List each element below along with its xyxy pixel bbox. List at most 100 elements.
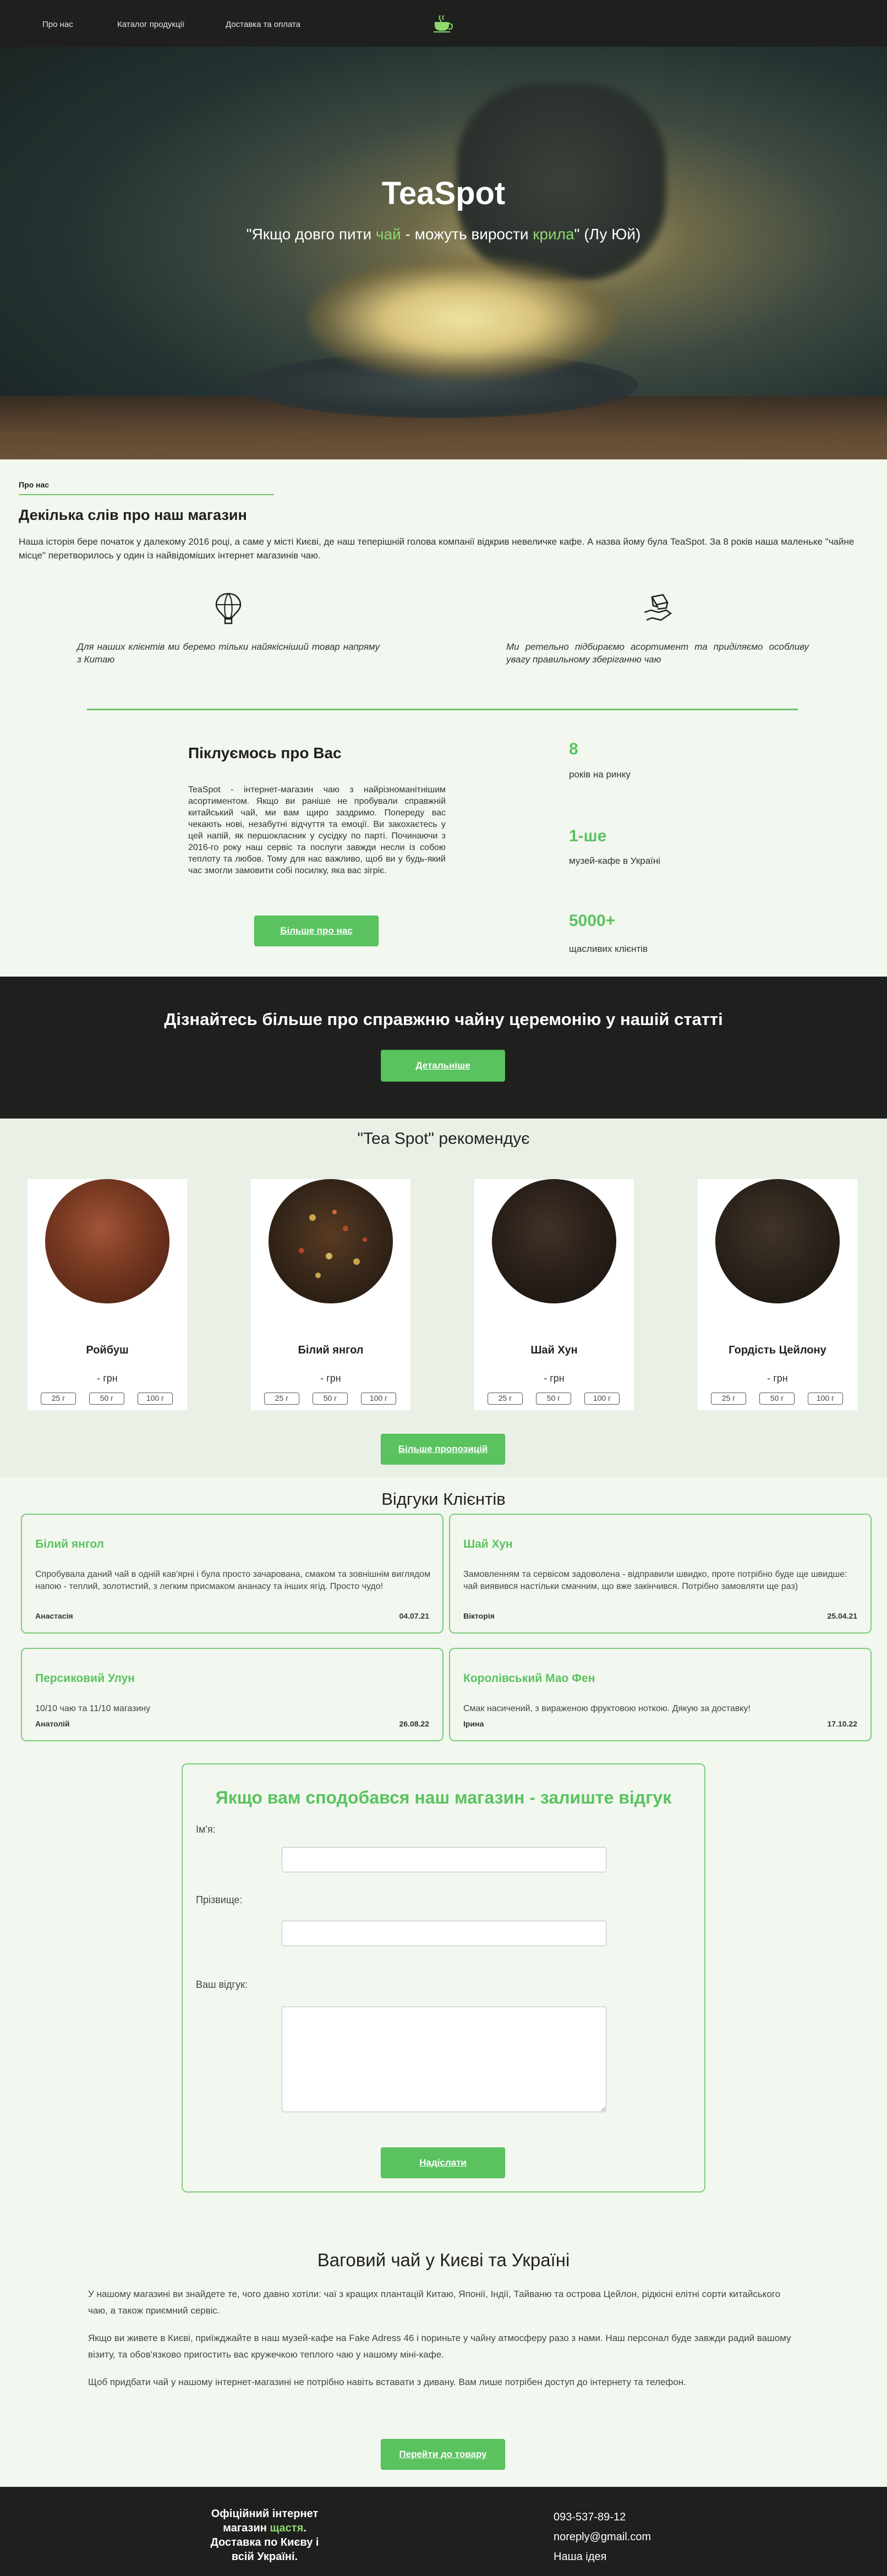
weight-option[interactable]: 50 г [89, 1393, 124, 1405]
review-date: 25.04.21 [827, 1612, 858, 1620]
product-image[interactable] [45, 1179, 169, 1303]
product-image[interactable] [269, 1179, 393, 1303]
review-textarea[interactable] [282, 2007, 606, 2112]
product-card[interactable]: Шай Хун - грн 25 г 50 г 100 г [474, 1179, 634, 1410]
footer: Офіційний інтернет магазин щастя. Достав… [0, 2487, 887, 2576]
nav-item-delivery[interactable]: Доставка та оплата [226, 20, 300, 29]
product-name[interactable]: Шай Хун [474, 1344, 634, 1357]
weight-option[interactable]: 25 г [264, 1393, 299, 1405]
review-form: Якщо вам сподобався наш магазин - залишт… [182, 1763, 705, 2193]
form-title: Якщо вам сподобався наш магазин - залишт… [215, 1788, 672, 1807]
nav-item-about[interactable]: Про нас [42, 20, 73, 29]
stat-number: 1-ше [569, 827, 607, 845]
review-card: Білий янгол Спробувала даний чай в одній… [21, 1514, 443, 1634]
stat-label: років на ринку [569, 769, 631, 780]
stat-number: 5000+ [569, 912, 616, 930]
product-card[interactable]: Білий янгол - грн 25 г 50 г 100 г [251, 1179, 410, 1410]
review-text: Замовленням та сервісом задоволена - від… [463, 1570, 847, 1591]
hero-banner: TeaSpot "Якщо довго пити чай - можуть ви… [0, 0, 887, 459]
name-input[interactable] [282, 1847, 606, 1872]
quote-part: "Якщо довго пити [246, 226, 376, 243]
review-card: Шай Хун Замовленням та сервісом задоволе… [449, 1514, 872, 1634]
article-banner: Дізнайтесь більше про справжню чайну цер… [0, 977, 887, 1119]
go-to-products-button[interactable]: Перейти до товару [381, 2439, 505, 2470]
product-price: - грн [320, 1373, 341, 1384]
weight-option[interactable]: 50 г [536, 1393, 571, 1405]
product-card[interactable]: Ройбуш - грн 25 г 50 г 100 г [28, 1179, 187, 1410]
weight-option[interactable]: 25 г [41, 1393, 76, 1405]
review-date: 17.10.22 [827, 1719, 858, 1728]
weight-option[interactable]: 25 г [711, 1393, 746, 1405]
reviews-title: Відгуки Клієнтів [381, 1489, 506, 1509]
quote-highlight: чай [375, 226, 401, 243]
product-image[interactable] [492, 1179, 616, 1303]
submit-button[interactable]: Надіслати [381, 2147, 505, 2178]
footer-slogan: Офіційний інтернет магазин щастя. Достав… [199, 2507, 330, 2564]
nav-item-catalog[interactable]: Каталог продукції [117, 20, 184, 29]
breadcrumb[interactable]: Про нас [19, 480, 49, 489]
weight-option[interactable]: 50 г [759, 1393, 795, 1405]
quote-highlight: крила [533, 226, 574, 243]
product-name[interactable]: Ройбуш [28, 1344, 187, 1357]
article-banner-title: Дізнайтесь більше про справжню чайну цер… [164, 1010, 723, 1029]
divider [87, 709, 798, 710]
recommend-section: "Tea Spot" рекомендує Ройбуш - грн 25 г … [0, 1119, 887, 1477]
care-text: TeaSpot - інтернет-магазин чаю з найрізн… [188, 785, 446, 875]
product-image[interactable] [715, 1179, 840, 1303]
review-author: Ірина [463, 1719, 484, 1728]
review-card: Королівський Мао Фен Смак насичений, з в… [449, 1648, 872, 1741]
weight-option[interactable]: 100 г [584, 1393, 620, 1405]
about-section: Про нас Декілька слів про наш магазин На… [0, 459, 887, 977]
footer-idea-link[interactable]: Наша ідея [554, 2551, 606, 2563]
seo-paragraph: У нашому магазині ви знайдете те, чого д… [88, 2289, 781, 2316]
product-name[interactable]: Гордість Цейлону [698, 1344, 857, 1357]
review-text: 10/10 чаю та 11/10 магазину [35, 1704, 151, 1713]
review-date: 04.07.21 [399, 1612, 430, 1620]
care-title: Піклуємось про Вас [188, 744, 342, 761]
review-date: 26.08.22 [399, 1719, 430, 1728]
hero-quote: "Якщо довго пити чай - можуть вирости кр… [0, 226, 887, 243]
stat-label: музей-кафе в Україні [569, 856, 661, 866]
top-nav: Про нас Каталог продукції Доставка та оп… [0, 0, 887, 47]
surname-label: Прізвище: [196, 1894, 243, 1905]
stat-label: щасливих клієнтів [569, 944, 648, 954]
surname-input[interactable] [282, 1921, 606, 1946]
feature-text: Ми ретельно підбираємо асортимент та при… [506, 642, 809, 665]
review-card: Персиковий Улун 10/10 чаю та 11/10 магаз… [21, 1648, 443, 1741]
review-text: Спробувала даний чай в одній кав'ярні і … [35, 1570, 431, 1591]
feature-quality: Для наших клієнтів ми беремо тільки найя… [77, 591, 380, 666]
review-author: Вікторія [463, 1612, 495, 1620]
weight-option[interactable]: 100 г [808, 1393, 843, 1405]
product-name[interactable]: Білий янгол [251, 1344, 410, 1357]
tea-cup-icon[interactable] [431, 13, 453, 33]
stat-number: 8 [569, 740, 578, 758]
slogan-highlight: щастя [270, 2522, 304, 2534]
review-title: Персиковий Улун [35, 1672, 135, 1685]
review-title: Королівський Мао Фен [463, 1672, 595, 1685]
weight-option[interactable]: 100 г [138, 1393, 173, 1405]
footer-email[interactable]: noreply@gmail.com [554, 2531, 651, 2544]
name-label: Ім'я: [196, 1824, 216, 1835]
more-offers-button[interactable]: Більше пропозицій [381, 1434, 505, 1465]
quote-part: " (Лу Юй) [574, 226, 641, 243]
review-title: Білий янгол [35, 1538, 104, 1550]
product-card[interactable]: Гордість Цейлону - грн 25 г 50 г 100 г [698, 1179, 857, 1410]
footer-phone[interactable]: 093-537-89-12 [554, 2511, 626, 2524]
review-title: Шай Хун [463, 1538, 513, 1550]
weight-option[interactable]: 50 г [313, 1393, 348, 1405]
review-author: Анатолій [35, 1719, 70, 1728]
product-price: - грн [544, 1373, 565, 1384]
review-text: Смак насичений, з вираженою фруктовою но… [463, 1704, 751, 1713]
petals-decor [299, 1210, 367, 1278]
reviews-section: Відгуки Клієнтів Білий янгол Спробувала … [0, 1477, 887, 2237]
weight-option[interactable]: 100 г [361, 1393, 396, 1405]
feature-storage: Ми ретельно підбираємо асортимент та при… [506, 591, 809, 666]
details-button[interactable]: Детальніше [381, 1050, 505, 1082]
box-hand-icon [644, 594, 672, 621]
quote-part: - можуть вирости [401, 226, 533, 243]
about-title: Декілька слів про наш магазин [19, 507, 247, 523]
more-about-button[interactable]: Більше про нас [254, 916, 379, 946]
weight-option[interactable]: 25 г [488, 1393, 523, 1405]
product-price: - грн [97, 1373, 118, 1384]
product-price: - грн [767, 1373, 788, 1384]
